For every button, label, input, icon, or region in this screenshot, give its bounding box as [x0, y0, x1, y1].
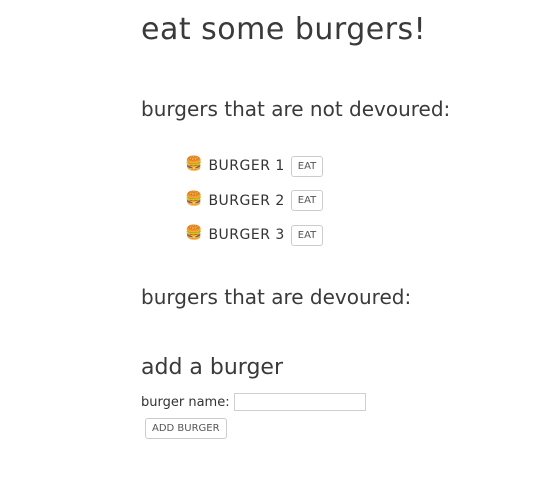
burger-icon: 🍔 [185, 225, 203, 242]
burger-item-1: 🍔 BURGER 1 EAT [185, 149, 324, 184]
burger-name: BURGER 2 [208, 192, 285, 209]
not-devoured-section: burgers that are not devoured: [141, 97, 450, 121]
burger-icon: 🍔 [185, 156, 203, 173]
burger-item-2: 🍔 BURGER 2 EAT [185, 184, 324, 219]
not-devoured-list: 🍔 BURGER 1 EAT 🍔 BURGER 2 EAT 🍔 BURGER 3… [185, 149, 324, 253]
page-title: eat some burgers! [141, 12, 427, 47]
burger-name-row: burger name: [141, 393, 366, 411]
burger-icon: 🍔 [185, 190, 203, 207]
add-burger-button[interactable]: ADD BURGER [145, 418, 227, 439]
eat-button-1[interactable]: EAT [290, 155, 324, 177]
devoured-section: burgers that are devoured: [141, 285, 411, 309]
not-devoured-heading: burgers that are not devoured: [141, 97, 451, 121]
burger-name: BURGER 1 [208, 158, 285, 175]
burger-name-label: burger name: [141, 394, 230, 410]
add-burger-heading: add a burger [141, 355, 283, 380]
burger-item-3: 🍔 BURGER 3 EAT [185, 218, 324, 253]
burger-name-input[interactable] [233, 393, 366, 411]
add-burger-section: add a burger [141, 355, 283, 380]
eat-button-3[interactable]: EAT [290, 224, 324, 246]
page: eat some burgers! burgers that are not d… [0, 0, 538, 488]
devoured-heading: burgers that are devoured: [141, 285, 412, 309]
eat-button-2[interactable]: EAT [290, 190, 324, 212]
burger-name: BURGER 3 [208, 227, 285, 244]
